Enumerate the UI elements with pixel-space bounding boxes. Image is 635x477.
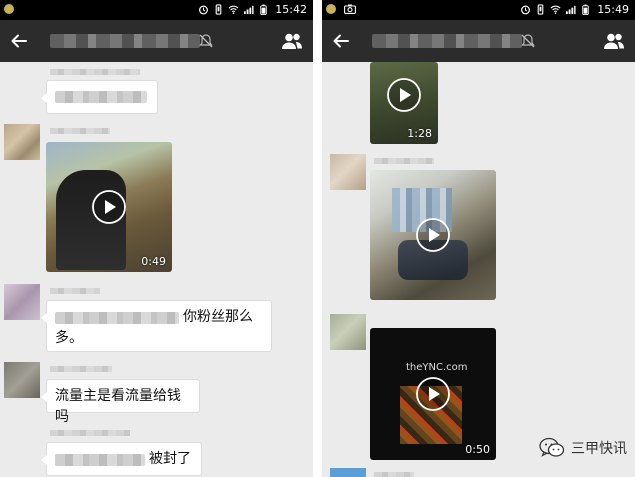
chat-title-blurred <box>50 34 200 48</box>
group-members-icon[interactable] <box>281 32 303 50</box>
screenshot-icon <box>344 4 356 14</box>
chat-title-bar <box>322 20 635 62</box>
message-text: 你粉丝那么 <box>183 309 253 325</box>
message-text-blurred <box>55 311 179 324</box>
back-arrow-icon[interactable] <box>332 32 350 50</box>
avatar[interactable] <box>330 314 366 350</box>
sender-name-blurred <box>50 128 110 134</box>
chat-title-bar <box>0 20 313 62</box>
mute-bell-icon <box>199 34 213 48</box>
vibrate-icon <box>215 4 222 15</box>
chat-title-blurred <box>372 34 522 48</box>
sender-name-blurred <box>50 430 130 436</box>
play-icon[interactable] <box>386 77 422 113</box>
alarm-icon <box>521 5 531 15</box>
group-members-icon[interactable] <box>603 32 625 50</box>
alarm-icon <box>199 5 209 15</box>
message-text-continued: 多。 <box>55 330 83 346</box>
sender-name-blurred <box>374 158 434 164</box>
clock: 15:42 <box>275 3 307 16</box>
sender-name-blurred <box>374 472 414 477</box>
avatar[interactable] <box>330 468 366 477</box>
signal-icon <box>244 5 254 15</box>
sender-name-blurred <box>50 366 112 372</box>
sender-name-blurred <box>50 288 100 294</box>
chat-message-list[interactable]: 1:28 theYNC.com 0:50 <box>322 62 635 477</box>
signal-icon <box>566 5 576 15</box>
video-message[interactable]: 0:49 <box>46 142 172 272</box>
status-bar: 15:42 <box>0 0 313 20</box>
video-duration: 1:28 <box>407 127 432 140</box>
back-arrow-icon[interactable] <box>10 32 28 50</box>
video-duration: 0:50 <box>465 443 490 456</box>
mute-bell-icon <box>521 34 535 48</box>
play-icon[interactable] <box>91 189 127 225</box>
sender-name-blurred <box>50 69 140 75</box>
account-watermark: 三甲快讯 <box>539 437 627 459</box>
wechat-icon <box>539 437 565 457</box>
battery-icon <box>260 4 268 15</box>
message-text-blurred <box>55 453 145 466</box>
avatar[interactable] <box>4 124 40 160</box>
wifi-icon <box>550 5 561 14</box>
avatar[interactable] <box>4 362 40 398</box>
vibrate-icon <box>537 4 544 15</box>
chat-message-list[interactable]: 0:49 你粉丝那么 多。 流量主是看流量给钱吗 被封了 <box>0 62 313 477</box>
message-text: 被封了 <box>149 451 191 467</box>
message-text-blurred <box>55 91 147 103</box>
video-duration: 0:49 <box>141 255 166 268</box>
notification-dot <box>326 4 336 14</box>
play-icon[interactable] <box>415 217 451 253</box>
wifi-icon <box>228 5 239 14</box>
chat-screen-right: 15:49 1:28 theYNC.com 0:50 <box>322 0 635 477</box>
message-bubble[interactable]: 被封了 <box>41 442 202 476</box>
chat-screen-left: 15:42 0:49 你粉丝那么 多。 流量主是看流量给钱吗 被封了 <box>0 0 313 477</box>
account-name: 三甲快讯 <box>571 441 627 457</box>
clock: 15:49 <box>597 3 629 16</box>
video-message[interactable]: 1:28 <box>370 62 438 144</box>
message-bubble[interactable] <box>41 80 158 114</box>
message-bubble[interactable]: 你粉丝那么 多。 <box>41 300 272 352</box>
status-bar: 15:49 <box>322 0 635 20</box>
battery-icon <box>582 4 590 15</box>
avatar[interactable] <box>330 154 366 190</box>
video-message[interactable] <box>370 170 496 300</box>
video-message[interactable]: theYNC.com 0:50 <box>370 328 496 460</box>
message-text: 流量主是看流量给钱吗 <box>55 388 181 425</box>
notification-dot <box>4 4 14 14</box>
message-bubble[interactable]: 流量主是看流量给钱吗 <box>41 379 200 425</box>
play-icon[interactable] <box>415 376 451 412</box>
avatar[interactable] <box>4 284 40 320</box>
video-watermark: theYNC.com <box>406 362 468 373</box>
